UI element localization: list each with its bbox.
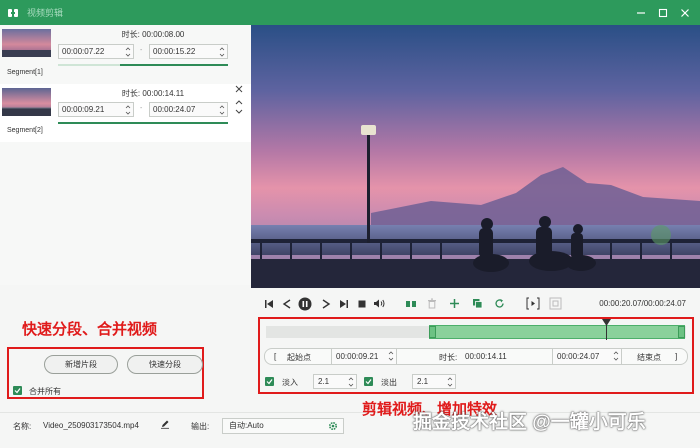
fade-out-input[interactable]: 2.1 [412,374,456,389]
check-icon [14,388,21,394]
segment-duration: 时长: 00:00:08.00 [58,29,248,40]
skip-end-icon[interactable] [338,298,349,309]
playback-time: 00:00:20.07/00:00:24.07 [599,299,686,308]
trash-icon[interactable] [426,297,437,309]
duration-label: 时长: [121,89,141,98]
plus-icon[interactable] [448,297,460,309]
add-segment-button[interactable]: 新增片段 [44,355,118,374]
left-annotation-text: 快速分段、合并视频 [22,321,158,338]
segment-thumbnail [2,88,51,116]
timeline-end-handle[interactable] [678,326,685,338]
segment-progress-fill [120,64,228,66]
duration-value: 00:00:08.00 [142,30,185,39]
spinner-icon[interactable] [613,350,619,362]
volume-icon[interactable] [373,297,386,309]
skip-start-icon[interactable] [263,298,274,309]
trim-start-input[interactable]: 00:00:09.21 [331,349,397,364]
video-editor-window: 视频剪辑 Segment[1] 时长: 00:00:08.00 00:00:07… [0,0,700,448]
close-icon[interactable] [235,85,243,95]
segment-item-1[interactable]: Segment[1] 时长: 00:00:08.00 00:00:07.22 -… [0,25,251,83]
trim-end-value: 00:00:24.07 [557,352,600,361]
output-label: 输出: [191,422,210,431]
trim-duration-value: 00:00:14.11 [465,352,507,361]
spinner-icon[interactable] [388,350,394,362]
merge-all-label: 合并所有 [29,387,61,396]
output-select[interactable]: 自动:Auto [222,418,344,434]
step-forward-icon[interactable] [320,298,331,309]
copy-icon[interactable] [471,297,483,309]
playhead-marker-icon[interactable] [602,319,611,326]
pause-icon[interactable] [298,297,312,311]
duration-label: 时长: [121,30,140,39]
stop-icon[interactable] [356,298,367,309]
title-bar: 视频剪辑 [0,0,700,25]
segment-label: Segment[2] [7,127,43,134]
name-label: 名称: [13,422,32,431]
bracket-open: [ [274,352,277,361]
spinner-icon[interactable] [447,376,453,388]
maximize-icon[interactable] [652,2,674,24]
chevron-up-icon[interactable] [235,97,243,107]
segment-start-input[interactable]: 00:00:09.21 [58,102,134,117]
spinner-icon[interactable] [348,376,354,388]
fade-out-value: 2.1 [417,377,429,386]
fade-in-input[interactable]: 2.1 [313,374,357,389]
check-icon [365,379,372,385]
minimize-icon[interactable] [630,2,652,24]
app-logo-icon [7,7,19,19]
file-name: Video_250903173504.mp4 [43,421,139,430]
segment-start-value: 00:00:09.21 [62,105,105,114]
spinner-icon[interactable] [125,104,131,116]
trim-start-value: 00:00:09.21 [336,352,379,361]
segment-end-value: 00:00:24.07 [153,105,196,114]
segment-thumbnail [2,29,51,57]
segment-duration: 时长: 00:00:14.11 [58,88,248,99]
video-preview[interactable] [251,25,700,288]
spinner-icon[interactable] [125,46,131,58]
segment-end-value: 00:00:15.22 [153,47,196,56]
fade-in-value: 2.1 [318,377,330,386]
fade-in-checkbox[interactable] [265,377,274,386]
spinner-icon[interactable] [219,46,225,58]
range-dash: - [140,105,143,112]
trim-range-row: [ 起始点 00:00:09.21 时长: 00:00:14.11 00:00:… [264,348,688,365]
step-back-icon[interactable] [281,298,292,309]
duration-value: 00:00:14.11 [142,89,185,98]
gear-icon[interactable] [328,421,338,436]
spinner-icon[interactable] [219,104,225,116]
segment-label: Segment[1] [7,69,43,76]
watermark: 掘金技术社区 @一罐小可乐 [413,412,646,433]
set-end-button[interactable]: 结束点 [637,352,661,363]
close-icon[interactable] [674,2,696,24]
range-dash: - [140,47,143,54]
chevron-down-icon[interactable] [235,107,243,117]
segment-progress-fill [58,122,228,124]
refresh-icon[interactable] [493,297,505,309]
window-title: 视频剪辑 [27,8,64,18]
check-icon [266,379,273,385]
snapshot-icon[interactable] [548,296,562,310]
bracket-close: ] [675,352,678,361]
segment-item-2[interactable]: Segment[2] 时长: 00:00:14.11 00:00:09.21 -… [0,84,251,142]
segment-list: Segment[1] 时长: 00:00:08.00 00:00:07.22 -… [0,25,251,285]
segment-start-value: 00:00:07.22 [62,47,105,56]
fade-in-label: 淡入 [282,378,298,387]
merge-all-checkbox[interactable] [13,386,22,395]
segment-end-input[interactable]: 00:00:15.22 [149,44,228,59]
trim-duration-label: 时长: [439,353,458,362]
fade-out-checkbox[interactable] [364,377,373,386]
video-frame [251,25,700,288]
quick-split-button[interactable]: 快速分段 [127,355,203,374]
timeline-selection[interactable] [429,325,685,339]
timeline-start-handle[interactable] [429,326,436,338]
split-icon[interactable] [405,298,417,309]
set-start-button[interactable]: 起始点 [287,352,311,363]
output-value: 自动:Auto [229,421,264,430]
bracket-icon[interactable] [526,296,540,310]
fade-out-label: 淡出 [381,378,397,387]
trim-end-input[interactable]: 00:00:24.07 [552,349,622,364]
segment-end-input[interactable]: 00:00:24.07 [149,102,228,117]
edit-icon[interactable] [160,419,170,431]
segment-start-input[interactable]: 00:00:07.22 [58,44,134,59]
